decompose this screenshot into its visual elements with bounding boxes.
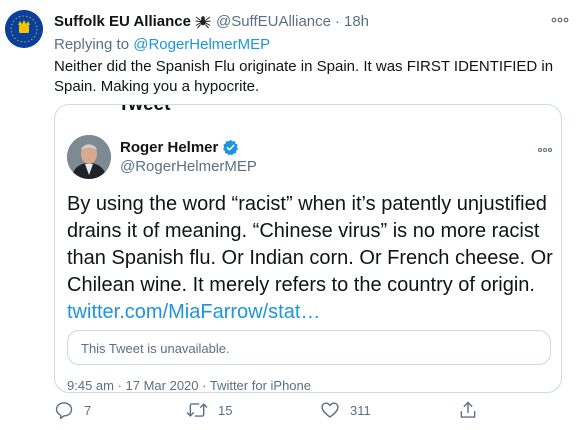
retweet-count: 15 [218,402,233,418]
share-icon [460,401,476,418]
retweet-button[interactable]: 15 [186,400,232,420]
retweet-icon [186,403,208,417]
quote-body-line: By using the word “racist” when it’s pat… [67,193,547,215]
quote-handle[interactable]: @RogerHelmerMEP [120,158,257,175]
replying-prefix: Replying to [54,36,130,53]
tweet-text-line: Neither did the Spanish Flu originate in… [54,58,554,75]
like-button[interactable]: 311 [320,400,371,420]
quote-name-row: Roger Helmer [120,139,239,156]
reply-count: 7 [84,402,92,418]
like-count: 311 [350,402,371,418]
tweet-text: Neither did the Spanish Flu originate in… [54,57,554,97]
quote-more-options-icon[interactable] [537,145,553,155]
verified-badge-icon [223,139,239,156]
mention-link[interactable]: @RogerHelmerMEP [133,36,270,53]
replying-to: Replying to @RogerHelmerMEP [54,36,270,53]
quote-body-line: than Spanish flu. Or Indian corn. Or Fre… [67,247,553,269]
display-name[interactable]: Suffolk EU Alliance [54,13,191,30]
eu-stars-logo-icon [5,10,43,48]
person-photo-icon [67,135,111,179]
tweet-header: Suffolk EU Alliance @SuffEUAlliance · 18… [54,11,369,31]
unavailable-tweet-notice: This Tweet is unavailable. [67,330,551,365]
heart-icon [321,402,339,418]
share-button[interactable] [458,400,478,420]
avatar[interactable] [5,10,43,48]
spider-icon [195,16,211,29]
quote-meta: 9:45 am · 17 Mar 2020 · Twitter for iPho… [67,378,311,393]
quote-body-line: Chilean wine. It merely refers to the co… [67,274,535,296]
quote-link[interactable]: twitter.com/MiaFarrow/stat… [67,299,553,326]
reply-button[interactable]: 7 [54,400,91,420]
quote-body: By using the word “racist” when it’s pat… [67,191,553,326]
reply-icon [55,402,73,420]
tweet-text-line: Spain. Making you a hypocrite. [54,78,260,95]
separator: · [335,12,340,30]
quote-avatar[interactable] [67,135,111,179]
quote-body-line: drains it of meaning. “Chinese virus” is… [67,220,540,242]
quoted-tweet-card[interactable]: Tweet Roger Helmer @RogerHelmerMEP By us… [54,104,562,393]
timestamp[interactable]: 18h [344,13,369,30]
quote-clipped-title: Tweet [118,104,171,115]
quote-display-name[interactable]: Roger Helmer [120,139,218,156]
more-options-icon[interactable] [550,14,570,26]
handle[interactable]: @SuffEUAlliance [216,13,331,30]
action-bar: 7 15 311 [54,400,504,422]
